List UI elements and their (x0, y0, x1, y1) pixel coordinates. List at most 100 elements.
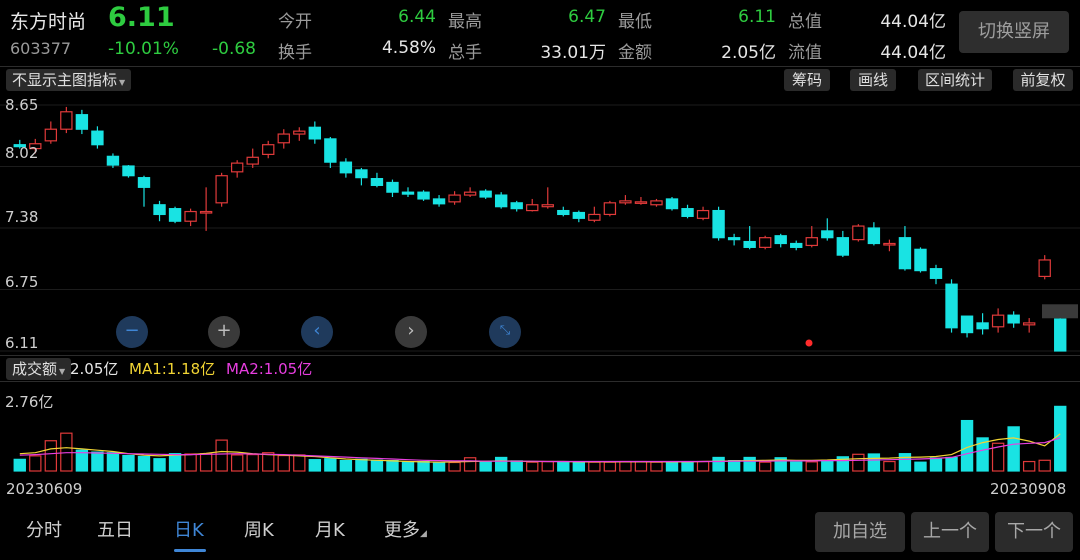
forward-adjust-button[interactable]: 前复权 (1013, 69, 1073, 91)
candle-down (790, 242, 803, 248)
tab-five-day[interactable]: 五日 (97, 516, 133, 542)
candle-down (572, 211, 586, 219)
volume-indicator-select[interactable]: 成交额 ▼ (6, 358, 72, 380)
divider (0, 355, 1080, 356)
divider (0, 66, 1080, 67)
stat-volume-label: 总手 (448, 43, 482, 63)
candle-up (199, 210, 213, 214)
candle-down (324, 138, 337, 163)
volume-bar-down (122, 454, 135, 472)
chip-distribution-button[interactable]: 筹码 (784, 69, 830, 91)
volume-bar-up (852, 453, 865, 472)
volume-bar-down (557, 460, 570, 472)
candle-up (293, 130, 306, 135)
candle-down (681, 208, 694, 217)
candle-down (75, 114, 89, 130)
zoom-in-icon[interactable]: + (208, 316, 240, 348)
candle-down (960, 315, 974, 334)
candle-down (91, 130, 104, 146)
candle-down (355, 169, 368, 179)
volume-bar-down (494, 456, 508, 472)
volume-bar-up (199, 453, 213, 472)
volume-bar-up (448, 461, 461, 472)
candle-up (44, 128, 58, 142)
previous-stock-button[interactable]: 上一个 (911, 512, 989, 552)
range-stats-button[interactable]: 区间统计 (918, 69, 992, 91)
volume-bar-down (929, 457, 943, 472)
candle-up (991, 314, 1005, 328)
candle-down (479, 190, 492, 198)
stat-total-cap-label: 总值 (788, 12, 822, 32)
candle-down (494, 194, 508, 208)
volume-bar-down (401, 461, 415, 472)
candle-up (277, 133, 290, 144)
tab-weekly-k[interactable]: 周K (244, 516, 274, 542)
volume-chart[interactable] (0, 382, 1080, 472)
candle-up (758, 237, 772, 248)
volume-bar-down (386, 459, 399, 472)
add-watchlist-button[interactable]: 加自选 (815, 512, 905, 552)
candle-up (1038, 259, 1051, 278)
volume-bar-up (603, 461, 617, 472)
volume-bar-down (572, 461, 586, 472)
candle-down (153, 204, 166, 216)
scroll-right-icon[interactable]: › (395, 316, 427, 348)
tab-intraday[interactable]: 分时 (26, 516, 62, 542)
tab-daily-k[interactable]: 日K (174, 516, 204, 542)
candle-down (914, 248, 927, 272)
change-amount: -0.68 (212, 39, 256, 59)
volume-bar-up (805, 461, 818, 472)
candle-down (743, 240, 756, 248)
volume-bar-down (727, 459, 741, 472)
stat-float-cap-value: 44.04亿 (880, 43, 946, 63)
stat-open-label: 今开 (278, 12, 312, 32)
stat-total-cap-value: 44.04亿 (880, 12, 946, 32)
candle-down (821, 230, 834, 239)
volume-bar-down (914, 461, 927, 472)
candle-down (510, 202, 523, 210)
volume-bar-down (790, 461, 803, 472)
volume-bar-down (417, 460, 430, 472)
stat-low-value: 6.11 (738, 7, 776, 27)
zoom-out-icon[interactable]: − (116, 316, 148, 348)
volume-bar-up (29, 455, 42, 472)
stat-high-value: 6.47 (568, 7, 606, 27)
candle-down (168, 208, 182, 222)
candle-up (852, 225, 865, 241)
active-tab-indicator (174, 549, 206, 552)
tab-monthly-k[interactable]: 月K (315, 516, 345, 542)
collapse-icon[interactable]: ⤡ (489, 316, 521, 348)
volume-bar-down (153, 458, 166, 472)
volume-bar-down (945, 456, 958, 472)
volume-bar-up (1022, 460, 1036, 472)
candle-up (184, 210, 197, 222)
price-axis-label: 6.11 (5, 334, 39, 352)
date-end: 20230908 (990, 480, 1067, 498)
stat-low-label: 最低 (618, 12, 652, 32)
candle-down (386, 181, 399, 193)
volume-ma2: MA2:1.05亿 (226, 360, 313, 378)
stock-code: 603377 (10, 39, 72, 58)
candle-down (1007, 314, 1020, 324)
stat-amount-label: 金额 (618, 43, 652, 63)
dropdown-arrow-icon: ▼ (119, 78, 126, 87)
tab-more-label: 更多 (384, 520, 420, 541)
switch-portrait-button[interactable]: 切换竖屏 (959, 11, 1069, 53)
volume-bar-down (339, 459, 353, 472)
volume-bar-up (619, 460, 632, 472)
volume-bar-down (510, 460, 523, 472)
volume-bar-down (479, 461, 492, 472)
volume-bar-down (106, 452, 120, 472)
main-indicator-select[interactable]: 不显示主图指标 ▼ (6, 69, 132, 91)
kline-chart[interactable] (0, 93, 1080, 355)
tab-more[interactable]: 更多◢ (384, 516, 427, 542)
stock-name: 东方时尚 (10, 11, 87, 33)
scroll-left-icon[interactable]: ‹ (301, 316, 333, 348)
candle-down (106, 155, 120, 166)
candle-up (603, 202, 617, 216)
volume-bar-up (60, 432, 73, 472)
next-stock-button[interactable]: 下一个 (995, 512, 1073, 552)
candle-down (417, 191, 430, 200)
volume-bar-down (355, 458, 368, 472)
draw-line-button[interactable]: 画线 (850, 69, 896, 91)
